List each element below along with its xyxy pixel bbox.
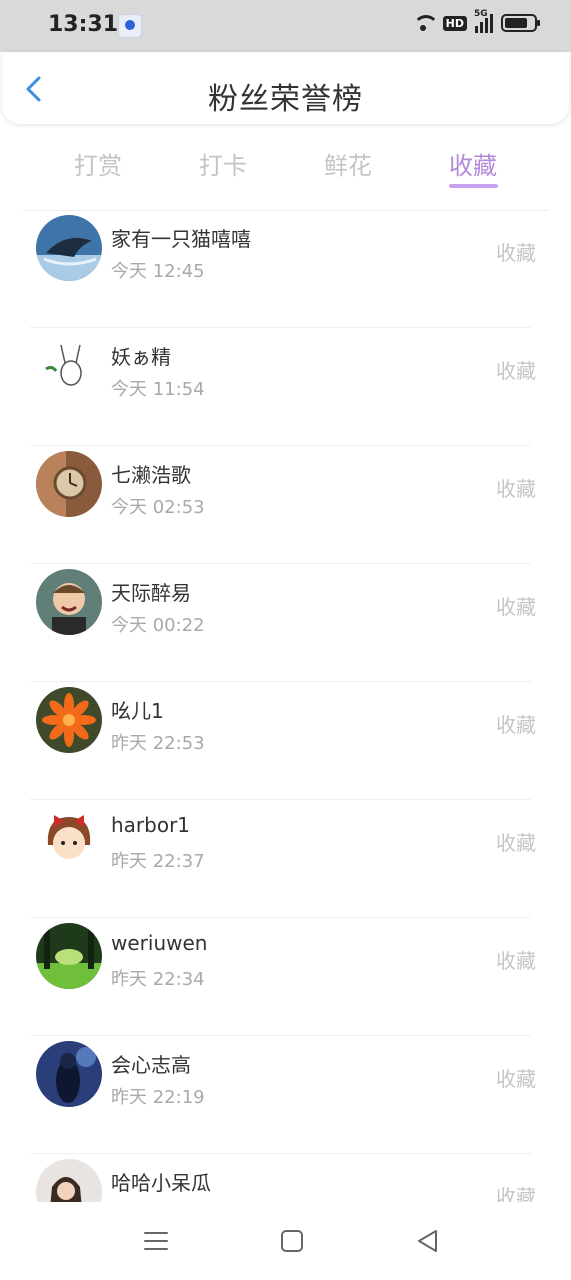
action-time: 今天 12:45 xyxy=(111,261,205,282)
whale-avatar[interactable] xyxy=(36,215,102,281)
user-name: 家有一只猫嘻嘻 xyxy=(111,227,251,251)
action-time: 今天 11:54 xyxy=(111,379,205,400)
status-bar: 13:31 HD 5G xyxy=(0,0,571,52)
status-indicators: HD 5G xyxy=(411,9,540,33)
action-label: 收藏 xyxy=(496,713,536,737)
system-nav-bar xyxy=(0,1202,571,1280)
page-header: 粉丝荣誉榜 xyxy=(2,52,569,124)
tab-reward[interactable]: 打赏 xyxy=(74,146,122,181)
tab-bar: 打赏 打卡 鲜花 收藏 xyxy=(0,138,571,194)
action-time: 昨天 22:34 xyxy=(111,969,205,990)
baidu-app-icon xyxy=(118,14,142,38)
user-name: harbor1 xyxy=(111,813,191,837)
cartoon-girl-avatar[interactable] xyxy=(36,805,102,871)
user-name: 吆儿1 xyxy=(111,699,164,723)
status-time: 13:31 xyxy=(48,12,119,37)
night-figure-avatar[interactable] xyxy=(36,1041,102,1107)
home-button[interactable] xyxy=(278,1227,306,1255)
wifi-icon xyxy=(411,13,439,33)
network-type-label: 5G xyxy=(474,9,488,19)
menu-icon xyxy=(144,1232,168,1250)
fan-list[interactable]: 家有一只猫嘻嘻 今天 12:45 收藏 妖ぁ精 今天 11:54 收藏 七濑浩歌… xyxy=(0,210,571,1202)
action-time: 今天 02:53 xyxy=(111,497,205,518)
user-name: 会心志高 xyxy=(111,1053,191,1077)
active-tab-indicator xyxy=(449,184,498,188)
tab-flowers[interactable]: 鲜花 xyxy=(324,146,372,181)
action-label: 收藏 xyxy=(496,949,536,973)
pocket-watch-avatar[interactable] xyxy=(36,451,102,517)
orange-flower-avatar[interactable] xyxy=(36,687,102,753)
action-label: 收藏 xyxy=(496,359,536,383)
list-item[interactable]: 七濑浩歌 今天 02:53 收藏 xyxy=(0,446,571,564)
action-label: 收藏 xyxy=(496,241,536,265)
rabbit-sketch-avatar[interactable] xyxy=(36,333,102,399)
user-name: 妖ぁ精 xyxy=(111,345,171,369)
battery-icon xyxy=(501,14,540,32)
menu-button[interactable] xyxy=(142,1227,170,1255)
list-item[interactable]: 天际醉易 今天 00:22 收藏 xyxy=(0,564,571,682)
home-square-icon xyxy=(281,1230,303,1252)
list-item[interactable]: 妖ぁ精 今天 11:54 收藏 xyxy=(0,328,571,446)
user-name: 天际醉易 xyxy=(111,581,191,605)
user-name: 哈哈小呆瓜 xyxy=(111,1171,211,1195)
list-item[interactable]: weriuwen 昨天 22:34 收藏 xyxy=(0,918,571,1036)
back-triangle-icon xyxy=(418,1230,437,1252)
tab-favorites[interactable]: 收藏 xyxy=(449,146,497,181)
action-label: 收藏 xyxy=(496,1185,536,1202)
action-label: 收藏 xyxy=(496,831,536,855)
forest-avatar[interactable] xyxy=(36,923,102,989)
signal-icon: 5G xyxy=(474,9,493,33)
action-time: 昨天 22:53 xyxy=(111,733,205,754)
list-item[interactable]: 会心志高 昨天 22:19 收藏 xyxy=(0,1036,571,1154)
list-item[interactable]: 哈哈小呆瓜 收藏 xyxy=(0,1154,571,1202)
list-item[interactable]: 吆儿1 昨天 22:53 收藏 xyxy=(0,682,571,800)
action-label: 收藏 xyxy=(496,1067,536,1091)
back-nav-button[interactable] xyxy=(414,1227,442,1255)
tab-checkin[interactable]: 打卡 xyxy=(199,146,247,181)
action-time: 昨天 22:37 xyxy=(111,851,205,872)
child-photo-avatar[interactable] xyxy=(36,569,102,635)
user-name: weriuwen xyxy=(111,931,208,955)
action-time: 今天 00:22 xyxy=(111,615,205,636)
list-item[interactable]: harbor1 昨天 22:37 收藏 xyxy=(0,800,571,918)
user-name: 七濑浩歌 xyxy=(111,463,191,487)
person-photo-avatar[interactable] xyxy=(36,1159,102,1202)
action-label: 收藏 xyxy=(496,477,536,501)
action-time: 昨天 22:19 xyxy=(111,1087,205,1108)
page-title: 粉丝荣誉榜 xyxy=(208,82,363,117)
action-label: 收藏 xyxy=(496,595,536,619)
list-item[interactable]: 家有一只猫嘻嘻 今天 12:45 收藏 xyxy=(0,210,571,328)
hd-icon: HD xyxy=(442,15,467,31)
